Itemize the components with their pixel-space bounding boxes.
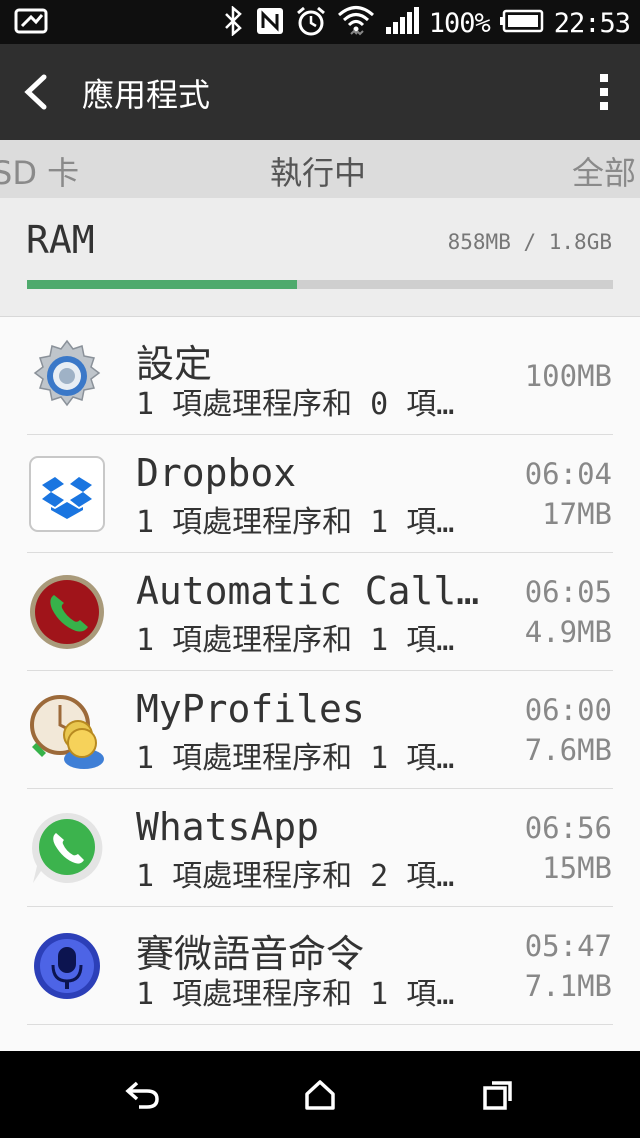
app-run-time: 06:00 (524, 693, 612, 727)
ram-label: RAM (26, 218, 95, 262)
app-name: Automatic Call… (136, 569, 480, 613)
app-name: WhatsApp (136, 805, 320, 849)
app-run-time: 06:56 (524, 811, 612, 845)
battery-icon (499, 9, 544, 37)
app-memory: 15MB (542, 851, 612, 885)
app-process-info: 1 項處理程序和 1 項… (136, 741, 455, 776)
list-item[interactable]: WhatsApp 1 項處理程序和 2 項… 06:56 15MB (0, 789, 640, 907)
list-item[interactable]: Automatic Call… 1 項處理程序和 1 項… 06:05 4.9M… (0, 553, 640, 671)
back-nav-icon[interactable] (115, 1073, 171, 1117)
clock: 22:53 (553, 7, 631, 39)
app-run-time: 06:05 (524, 575, 612, 609)
list-item[interactable]: MyProfiles 1 項處理程序和 1 項… 06:00 7.6MB (0, 671, 640, 789)
app-name: MyProfiles (136, 687, 365, 731)
signal-icon (385, 7, 419, 39)
ram-usage: 858MB / 1.8GB (447, 230, 612, 254)
ram-usage-fill (27, 280, 297, 289)
tab-all[interactable]: 全部 (572, 148, 636, 194)
tab-sd-card[interactable]: SD 卡 (0, 148, 79, 194)
navigation-bar (0, 1051, 640, 1138)
chevron-left-icon[interactable] (20, 74, 50, 114)
app-memory: 7.1MB (524, 969, 612, 1003)
app-process-info: 1 項處理程序和 1 項… (136, 623, 455, 658)
settings-gear-icon (28, 337, 106, 415)
tab-running[interactable]: 執行中 (270, 148, 366, 194)
voice-command-icon (28, 927, 106, 1005)
app-run-time: 06:04 (524, 457, 612, 491)
list-item[interactable]: 賽微語音命令 1 項處理程序和 1 項… 05:47 7.1MB (0, 907, 640, 1025)
overflow-menu-icon[interactable] (598, 74, 610, 114)
app-memory: 17MB (542, 497, 612, 531)
list-item[interactable]: Dropbox 1 項處理程序和 1 項… 06:04 17MB (0, 435, 640, 553)
nfc-icon (255, 6, 285, 40)
dropbox-icon (28, 455, 106, 533)
tab-bar: SD 卡 執行中 全部 (0, 140, 640, 198)
home-nav-icon[interactable] (292, 1073, 348, 1117)
myprofiles-icon (28, 691, 106, 769)
app-process-info: 1 項處理程序和 1 項… (136, 977, 455, 1012)
list-item[interactable]: 設定 1 項處理程序和 0 項… 100MB (0, 317, 640, 435)
wifi-icon (337, 4, 375, 42)
status-bar: 100% 22:53 (0, 0, 640, 44)
call-recorder-icon (28, 573, 106, 651)
divider (27, 1024, 613, 1025)
app-run-time: 05:47 (524, 929, 612, 963)
page-title: 應用程式 (82, 76, 211, 114)
ram-panel: RAM 858MB / 1.8GB (0, 198, 640, 317)
recents-nav-icon[interactable] (470, 1073, 526, 1117)
app-memory: 7.6MB (524, 733, 612, 767)
ram-usage-bar (27, 280, 613, 289)
app-memory: 4.9MB (524, 615, 612, 649)
app-process-info: 1 項處理程序和 2 項… (136, 859, 455, 894)
wallet-icon (14, 7, 50, 39)
running-apps-list: 設定 1 項處理程序和 0 項… 100MB Dropbox 1 項處理程序和 … (0, 317, 640, 1051)
alarm-icon (295, 5, 327, 41)
app-process-info: 1 項處理程序和 1 項… (136, 505, 455, 540)
app-process-info: 1 項處理程序和 0 項… (136, 387, 455, 422)
app-memory: 100MB (524, 359, 612, 393)
app-name: Dropbox (136, 451, 297, 495)
app-bar: 應用程式 (0, 44, 640, 140)
bluetooth-icon (223, 5, 245, 40)
battery-percent: 100% (428, 7, 491, 39)
whatsapp-icon (28, 809, 106, 887)
